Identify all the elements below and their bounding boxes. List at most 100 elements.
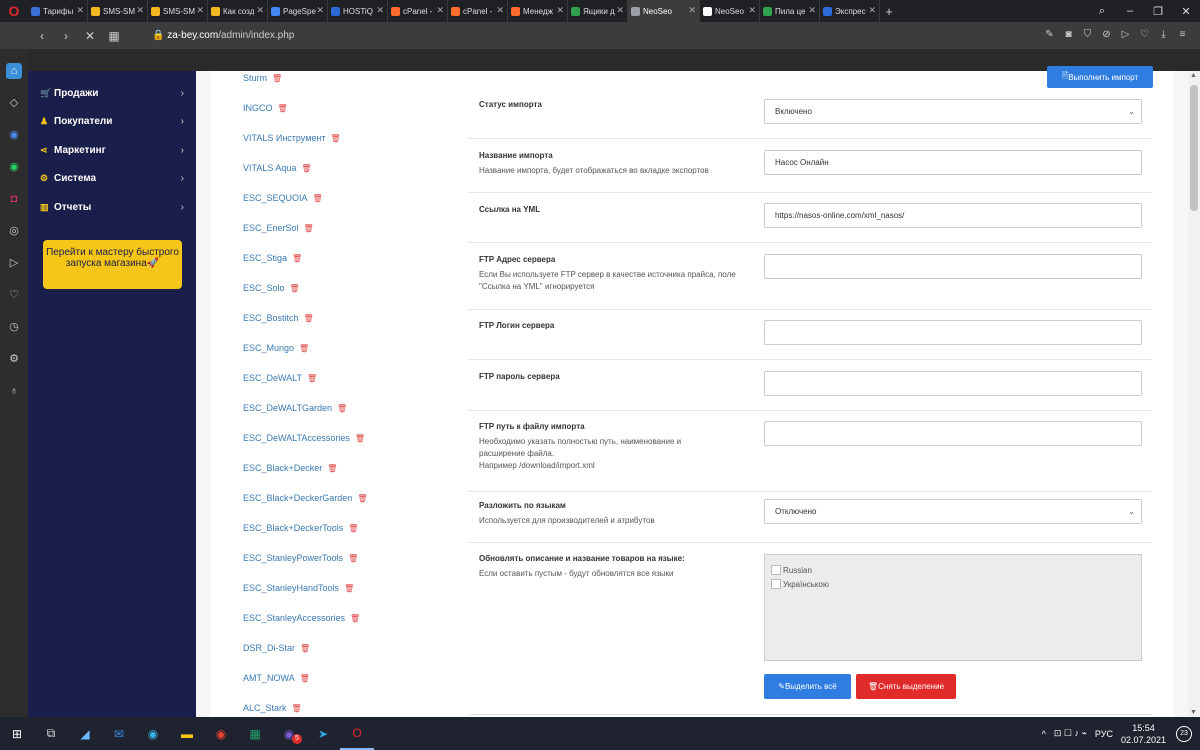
tab-close-icon[interactable]: ✕ bbox=[496, 5, 504, 16]
brand-item[interactable]: INGCO 🗑 bbox=[243, 103, 288, 113]
explorer-icon[interactable]: ▬ bbox=[170, 717, 204, 750]
brand-item[interactable]: VITALS Aqua 🗑 bbox=[243, 163, 312, 173]
brand-item[interactable]: ESC_DeWALT 🗑 bbox=[243, 373, 317, 383]
admin-menu-item[interactable]: ⋖ Маркетинг › bbox=[28, 136, 196, 165]
scroll-down-icon[interactable]: ▼ bbox=[1190, 709, 1197, 716]
brand-link[interactable]: ESC_Solo bbox=[243, 283, 285, 293]
trash-icon[interactable]: 🗑 bbox=[327, 464, 337, 473]
brand-item[interactable]: ESC_Black+DeckerTools 🗑 bbox=[243, 523, 358, 533]
browser-tab[interactable]: Как созд ✕ bbox=[208, 0, 268, 22]
trash-icon[interactable]: 🗑 bbox=[331, 134, 341, 143]
run-import-button[interactable]: 🗎 Выполнить импорт bbox=[1047, 66, 1153, 88]
stop-loading-icon[interactable]: ✕ bbox=[78, 29, 102, 43]
scroll-up-icon[interactable]: ▲ bbox=[1190, 72, 1197, 79]
tab-close-icon[interactable]: ✕ bbox=[748, 5, 756, 16]
trash-icon[interactable]: 🗑 bbox=[348, 524, 358, 533]
trash-icon[interactable]: 🗑 bbox=[348, 554, 358, 563]
brand-item[interactable]: ESC_StanleyAccessories 🗑 bbox=[243, 613, 360, 623]
trash-icon[interactable]: 🗑 bbox=[272, 74, 282, 83]
brand-link[interactable]: ESC_Mungo bbox=[243, 343, 294, 353]
trash-icon[interactable]: 🗑 bbox=[278, 104, 288, 113]
trash-icon[interactable]: 🗑 bbox=[292, 254, 302, 263]
setup-wizard-button[interactable]: Перейти к мастеру быстрого запуска магаз… bbox=[43, 240, 182, 289]
brand-item[interactable]: ESC_Stiga 🗑 bbox=[243, 253, 302, 263]
brand-link[interactable]: INGCO bbox=[243, 103, 273, 113]
name-input[interactable]: Насос Онлайн bbox=[764, 150, 1142, 175]
brand-link[interactable]: ESC_StanleyPowerTools bbox=[243, 553, 343, 563]
browser-tab[interactable]: cPanel - ✕ bbox=[448, 0, 508, 22]
browser-tab[interactable]: Ящики д ✕ bbox=[568, 0, 628, 22]
brand-item[interactable]: DSR_Di-Star 🗑 bbox=[243, 643, 310, 653]
language-indicator[interactable]: РУС bbox=[1095, 729, 1113, 739]
tab-close-icon[interactable]: ✕ bbox=[436, 5, 444, 16]
app-icon[interactable]: ◢ bbox=[68, 717, 102, 750]
trash-icon[interactable]: 🗑 bbox=[292, 704, 302, 713]
browser-tab[interactable]: HOSTiQ ✕ bbox=[328, 0, 388, 22]
browser-tab[interactable]: SMS-SM ✕ bbox=[148, 0, 208, 22]
admin-menu-item[interactable]: ⚙ Система › bbox=[28, 165, 196, 194]
brand-item[interactable]: Sturm 🗑 bbox=[243, 73, 282, 83]
admin-menu-item[interactable]: ♟ Покупатели › bbox=[28, 108, 196, 137]
browser-tab[interactable]: Менедж ✕ bbox=[508, 0, 568, 22]
excel-icon[interactable]: ▦ bbox=[238, 717, 272, 750]
trash-icon[interactable]: 🗑 bbox=[337, 404, 347, 413]
trash-icon[interactable]: 🗑 bbox=[357, 494, 367, 503]
back-icon[interactable]: ‹ bbox=[30, 29, 54, 43]
ftp-path-input[interactable] bbox=[764, 421, 1142, 446]
tab-close-icon[interactable]: ✕ bbox=[868, 5, 876, 16]
tab-close-icon[interactable]: ✕ bbox=[556, 5, 564, 16]
brand-link[interactable]: VITALS Инструмент bbox=[243, 133, 326, 143]
brand-link[interactable]: ESC_DeWALTGarden bbox=[243, 403, 332, 413]
viber-icon[interactable]: ◉ 5 bbox=[272, 717, 306, 750]
player-icon[interactable]: ◎ bbox=[6, 223, 22, 239]
trash-icon[interactable]: 🗑 bbox=[344, 584, 354, 593]
trash-icon[interactable]: 🗑 bbox=[301, 164, 311, 173]
brand-link[interactable]: DSR_Di-Star bbox=[243, 643, 295, 653]
brand-link[interactable]: ESC_SEQUOIA bbox=[243, 193, 308, 203]
tab-close-icon[interactable]: ✕ bbox=[688, 5, 696, 16]
diamond-icon[interactable]: ◇ bbox=[6, 95, 22, 111]
trash-icon[interactable]: 🗑 bbox=[307, 374, 317, 383]
brand-link[interactable]: ESC_Black+DeckerTools bbox=[243, 523, 343, 533]
download-icon[interactable]: ⤓ bbox=[1154, 29, 1173, 40]
notifications-icon[interactable]: 23 bbox=[1176, 725, 1192, 742]
telegram-icon[interactable]: ➤ bbox=[306, 717, 340, 750]
browser-tab[interactable]: Тарифы ✕ bbox=[28, 0, 88, 22]
brand-link[interactable]: ESC_StanleyAccessories bbox=[243, 613, 345, 623]
brand-item[interactable]: ESC_Black+DeckerGarden 🗑 bbox=[243, 493, 367, 503]
camera-icon[interactable]: ◙ bbox=[1059, 29, 1078, 40]
minimize-button[interactable]: – bbox=[1116, 5, 1144, 17]
brand-item[interactable]: AMT_NOWA 🗑 bbox=[243, 673, 310, 683]
language-option[interactable]: Russian bbox=[771, 563, 1135, 577]
trash-icon[interactable]: 🗑 bbox=[304, 224, 314, 233]
trash-icon[interactable]: 🗑 bbox=[300, 644, 310, 653]
tab-close-icon[interactable]: ✕ bbox=[136, 5, 144, 16]
home-icon[interactable]: ⌂ bbox=[6, 63, 22, 79]
browser-tab[interactable]: NeoSeo ✕ bbox=[628, 0, 700, 22]
brand-item[interactable]: ESC_Mungo 🗑 bbox=[243, 343, 309, 353]
status-select[interactable]: Включено ⌄ bbox=[764, 99, 1142, 124]
tab-close-icon[interactable]: ✕ bbox=[616, 5, 624, 16]
brand-link[interactable]: ESC_StanleyHandTools bbox=[243, 583, 339, 593]
speed-dial-icon[interactable]: ▦ bbox=[102, 29, 126, 43]
heart-icon[interactable]: ♡ bbox=[1135, 29, 1154, 40]
whatsapp-icon[interactable]: ◉ bbox=[6, 159, 22, 175]
chevron-up-icon[interactable]: ^ bbox=[1042, 729, 1046, 739]
tab-close-icon[interactable]: ✕ bbox=[316, 5, 324, 16]
browser-tab[interactable]: Пила це ✕ bbox=[760, 0, 820, 22]
url-field[interactable]: 🔒 za-bey.com/admin/index.php bbox=[152, 30, 294, 41]
brand-item[interactable]: ESC_Black+Decker 🗑 bbox=[243, 463, 337, 473]
trash-icon[interactable]: 🗑 bbox=[299, 344, 309, 353]
brand-item[interactable]: ESC_StanleyPowerTools 🗑 bbox=[243, 553, 358, 563]
admin-menu-item[interactable]: ▥ Отчеты › bbox=[28, 193, 196, 222]
brand-link[interactable]: ALC_Stark bbox=[243, 703, 287, 713]
brand-link[interactable]: VITALS Aqua bbox=[243, 163, 296, 173]
tab-close-icon[interactable]: ✕ bbox=[196, 5, 204, 16]
settings-icon[interactable]: ⚙ bbox=[6, 351, 22, 367]
windows-start-icon[interactable]: ⊞ bbox=[0, 717, 34, 750]
tab-close-icon[interactable]: ✕ bbox=[376, 5, 384, 16]
task-view-icon[interactable]: ⧉ bbox=[34, 717, 68, 750]
menu-icon[interactable]: ≡ bbox=[1173, 29, 1192, 40]
brand-item[interactable]: ESC_Bostitch 🗑 bbox=[243, 313, 314, 323]
messenger-icon[interactable]: ◉ bbox=[6, 127, 22, 143]
